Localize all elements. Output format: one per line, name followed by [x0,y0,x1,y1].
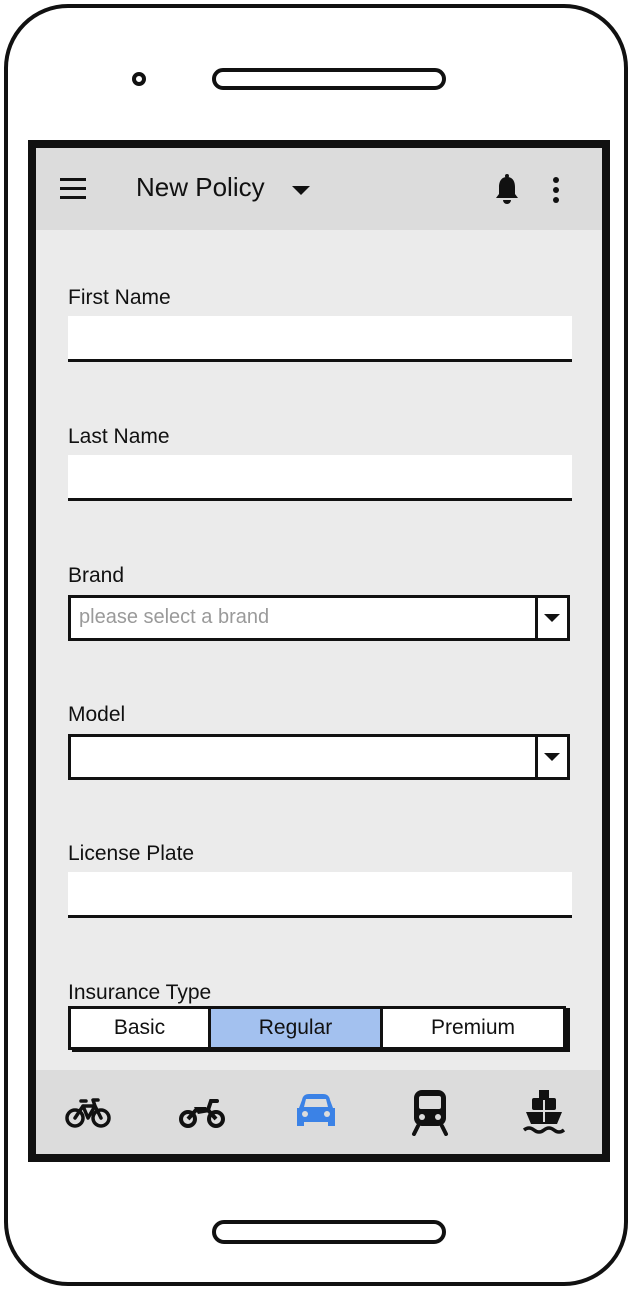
bicycle-icon[interactable] [64,1088,112,1136]
first-name-label: First Name [68,286,171,309]
insurance-type-selector: Basic Regular Premium [68,1006,566,1050]
model-select[interactable] [68,734,570,780]
first-name-field[interactable] [68,316,572,362]
insurance-type-label: Insurance Type [68,981,212,1004]
ship-icon[interactable] [520,1088,568,1136]
last-name-field[interactable] [68,455,572,501]
insurance-type-basic[interactable]: Basic [71,1009,211,1047]
train-icon[interactable] [406,1088,454,1136]
more-vertical-icon[interactable] [550,176,562,204]
app-bar: New Policy [36,148,602,230]
motorcycle-icon[interactable] [178,1088,226,1136]
license-plate-label: License Plate [68,842,195,865]
model-label: Model [68,703,126,726]
car-icon[interactable] [292,1088,340,1136]
insurance-type-regular[interactable]: Regular [211,1009,383,1047]
brand-select-placeholder: please select a brand [79,606,270,628]
bell-icon[interactable] [492,174,522,206]
speaker-slot [212,68,446,90]
menu-icon[interactable] [60,178,86,200]
phone-screen: New Policy First Name Last Name Brand pl… [28,140,610,1162]
chevron-down-icon[interactable] [292,186,310,195]
bottom-navigation [36,1070,602,1154]
chevron-down-icon[interactable] [535,737,567,777]
camera [132,72,146,86]
brand-label: Brand [68,564,125,587]
brand-select[interactable]: please select a brand [68,595,570,641]
home-button[interactable] [212,1220,446,1244]
chevron-down-icon[interactable] [535,598,567,638]
last-name-label: Last Name [68,425,170,448]
insurance-type-premium[interactable]: Premium [383,1009,563,1047]
page-title[interactable]: New Policy [136,172,265,203]
license-plate-field[interactable] [68,872,572,918]
